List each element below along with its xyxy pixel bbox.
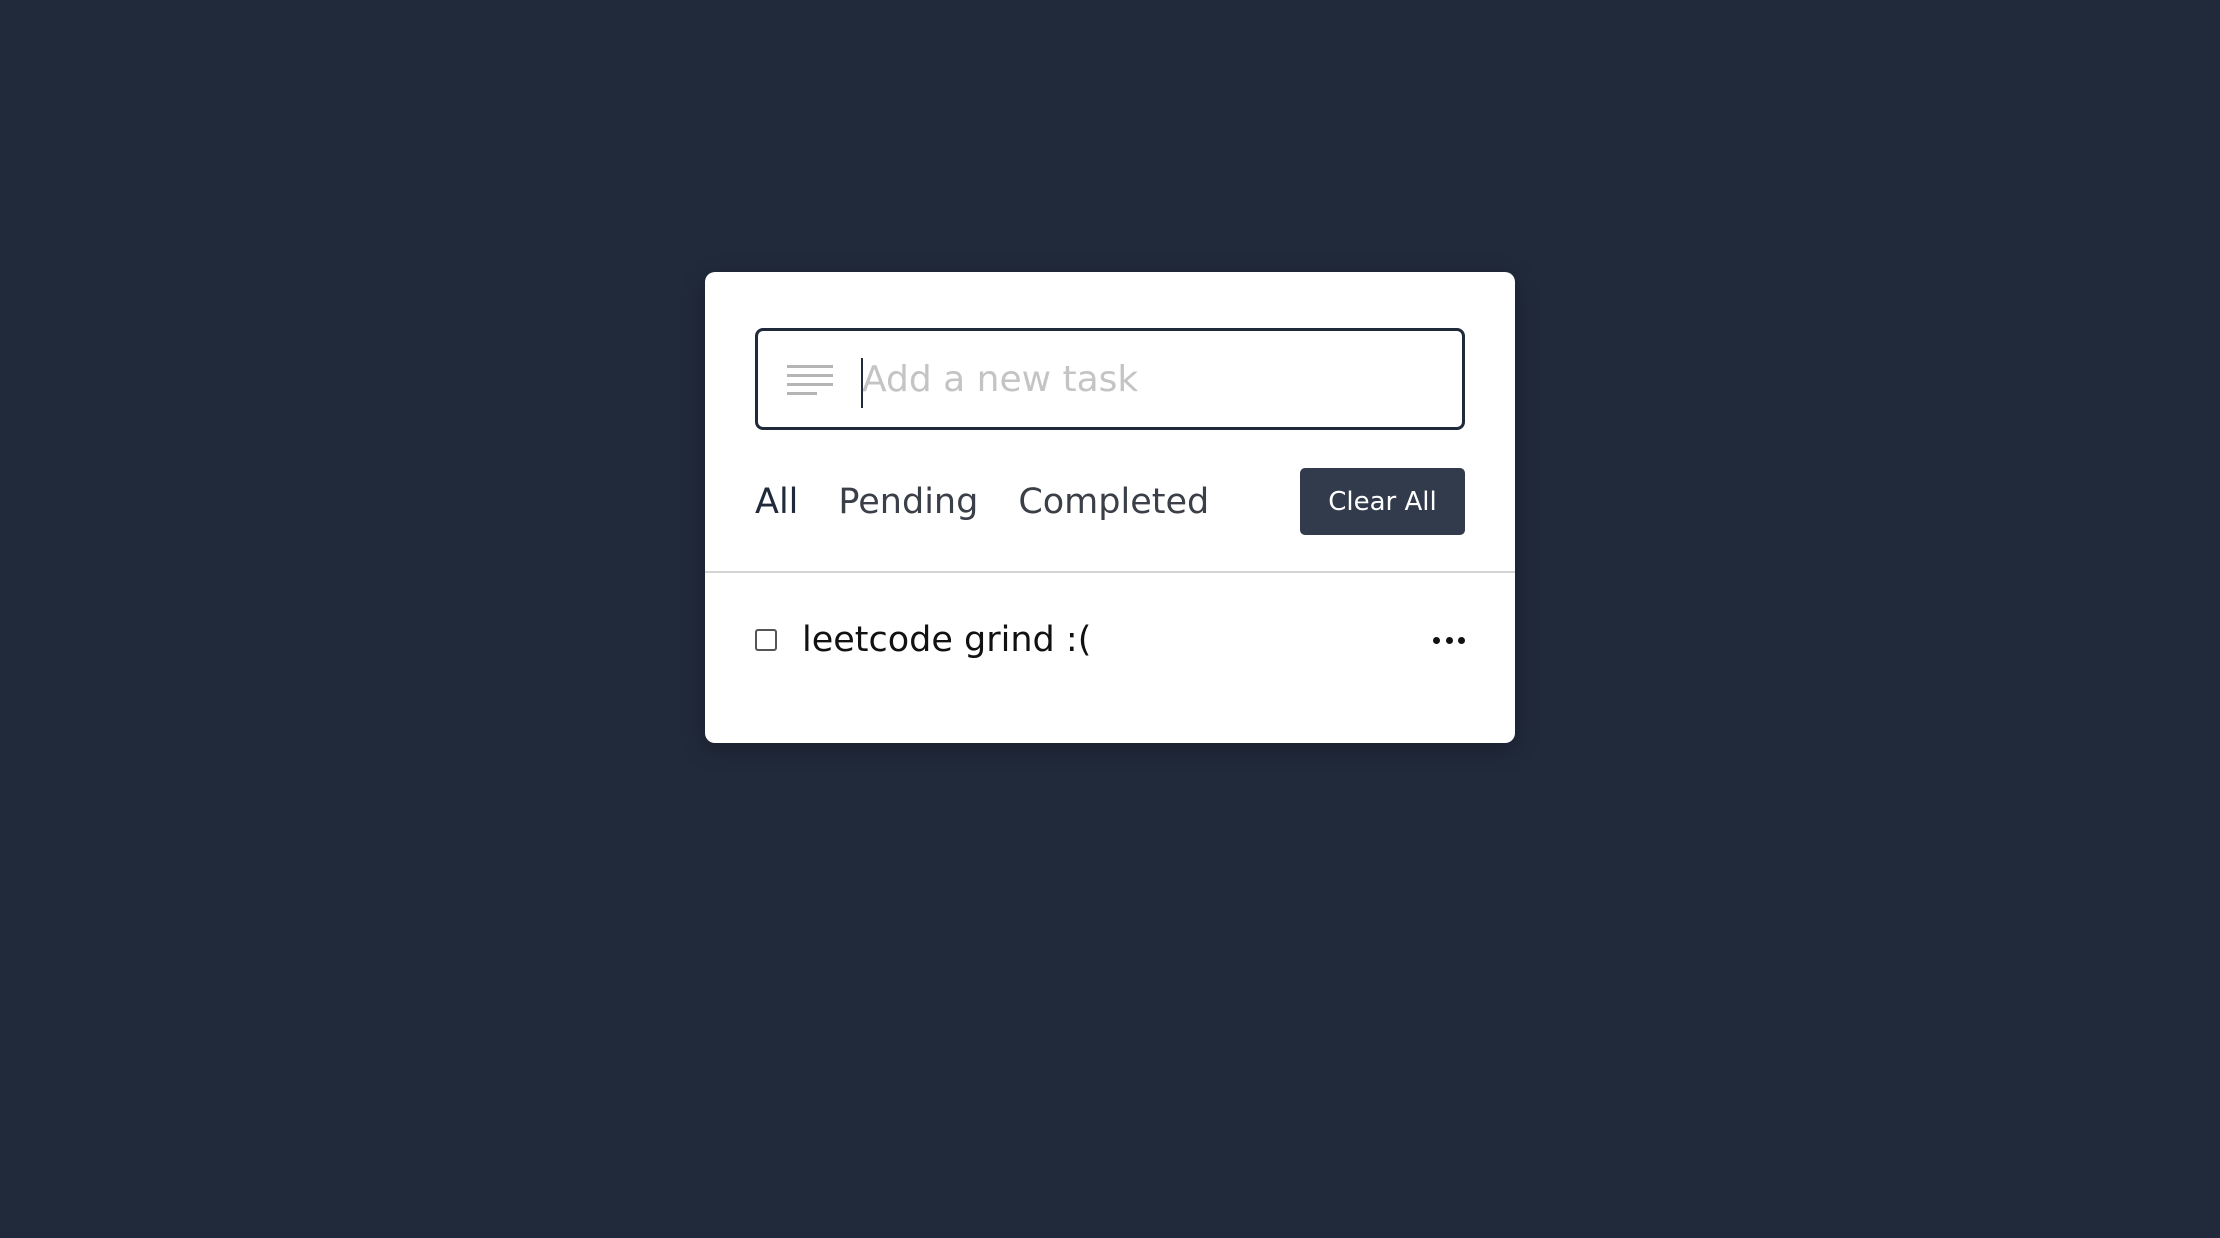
filter-tabs: All Pending Completed bbox=[755, 472, 1249, 532]
task-checkbox[interactable] bbox=[755, 629, 777, 651]
more-icon-dot bbox=[1433, 636, 1440, 644]
todo-card: All Pending Completed Clear All leetcode… bbox=[705, 272, 1515, 743]
more-icon[interactable] bbox=[1433, 622, 1465, 658]
more-icon-dot bbox=[1445, 636, 1453, 644]
task-label: leetcode grind :( bbox=[802, 620, 1092, 660]
new-task-input[interactable] bbox=[862, 351, 1442, 407]
filter-completed[interactable]: Completed bbox=[1018, 482, 1209, 522]
clear-all-button[interactable]: Clear All bbox=[1300, 468, 1465, 535]
divider bbox=[705, 571, 1515, 573]
filter-all[interactable]: All bbox=[755, 482, 798, 522]
new-task-field[interactable] bbox=[755, 328, 1465, 430]
more-icon-dot bbox=[1458, 636, 1465, 644]
filter-pending[interactable]: Pending bbox=[838, 482, 978, 522]
task-item: leetcode grind :( bbox=[755, 612, 1465, 668]
text-caret bbox=[861, 358, 863, 408]
list-icon bbox=[787, 365, 833, 395]
